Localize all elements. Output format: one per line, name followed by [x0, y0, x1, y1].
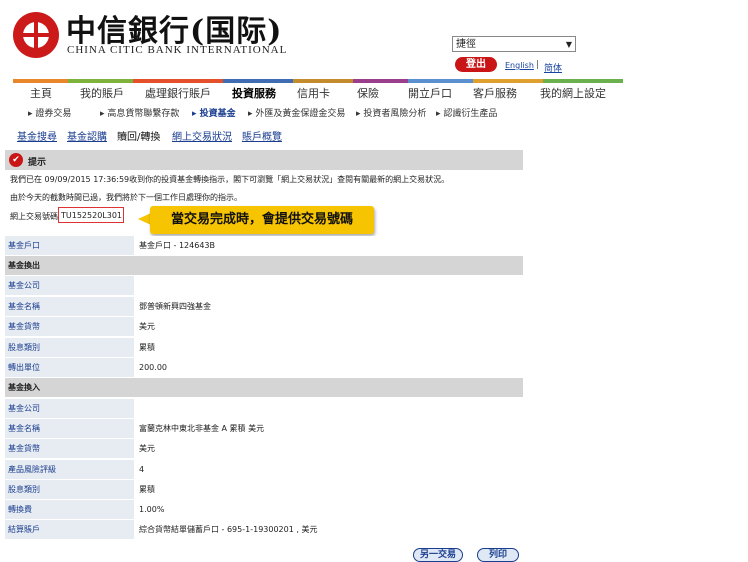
- table-row: 產品風險評級 4: [5, 460, 523, 479]
- subnav-securities[interactable]: ▸ 證券交易: [28, 106, 71, 119]
- nav-investment[interactable]: 投資服務: [232, 85, 276, 101]
- table-row: 結算賬戶 綜合貨幣結單儲蓄戶口 - 695-1-19300201 , 美元: [5, 520, 523, 539]
- subnav-deposits[interactable]: ▸ 高息貨幣聯繫存款: [100, 106, 179, 119]
- tab-fund-subscription[interactable]: 基金認購: [67, 128, 107, 143]
- tip-message-received: 我們已在 09/09/2015 17:36:59收到你的投資基金轉換指示，閣下可…: [10, 175, 450, 184]
- table-row: 基金公司: [5, 276, 523, 295]
- chevron-down-icon: ▼: [565, 40, 572, 49]
- callout-note: 當交易完成時，會提供交易號碼: [150, 206, 374, 234]
- nav-insurance[interactable]: 保險: [357, 85, 379, 101]
- table-row: 股息類別 累積: [5, 338, 523, 357]
- table-row: 股息類別 累積: [5, 480, 523, 499]
- shortcut-select[interactable]: 捷徑 ▼: [452, 36, 576, 52]
- tab-account-overview[interactable]: 賬戶概覽: [242, 128, 282, 143]
- table-row: 基金名稱 富蘭克林中東北非基金 A 累積 美元: [5, 419, 523, 438]
- bank-logo-icon: [13, 12, 59, 58]
- check-icon: ✔: [9, 153, 23, 167]
- logout-button[interactable]: 登出: [455, 57, 497, 72]
- table-row: 基金貨幣 美元: [5, 317, 523, 336]
- nav-home[interactable]: 主頁: [30, 85, 52, 101]
- tab-fund-search[interactable]: 基金搜尋: [17, 128, 57, 143]
- subnav-risk-profile[interactable]: ▸ 投資者風險分析: [356, 106, 426, 119]
- nav-color-bar: [13, 79, 623, 83]
- subnav-funds[interactable]: ▸ 投資基金: [192, 106, 236, 119]
- table-row: 基金戶口 基金戶口 - 124643B: [5, 236, 523, 255]
- table-row: 轉出單位 200.00: [5, 358, 523, 377]
- subnav-derivatives[interactable]: ▸ 認識衍生產品: [436, 106, 497, 119]
- bank-name-en: CHINA CITIC BANK INTERNATIONAL: [67, 44, 288, 56]
- simplified-chinese-link[interactable]: 简体: [544, 61, 562, 74]
- tab-transaction-status[interactable]: 網上交易狀況: [172, 128, 232, 143]
- section-switch-in: 基金換入: [5, 378, 523, 397]
- nav-my-accounts[interactable]: 我的賬戶: [80, 85, 124, 101]
- table-row: 基金名稱 鄧普頓新興四強基金: [5, 297, 523, 316]
- table-row: 基金貨幣 美元: [5, 439, 523, 458]
- table-row: 基金公司: [5, 399, 523, 418]
- nav-banking[interactable]: 處理銀行賬戶: [145, 85, 211, 101]
- tab-redeem-switch[interactable]: 贖回/轉換: [117, 128, 160, 143]
- tip-message-cutoff: 由於今天的截數時間已過，我們將於下一個工作日處理你的指示。: [10, 193, 242, 202]
- section-switch-out: 基金換出: [5, 256, 523, 275]
- tip-title: 提示: [28, 158, 47, 168]
- print-button[interactable]: 列印: [477, 548, 519, 562]
- english-link[interactable]: English: [505, 61, 534, 70]
- subnav-fx-gold[interactable]: ▸ 外匯及黃金保證金交易: [248, 106, 345, 119]
- nav-customer-service[interactable]: 客戶服務: [473, 85, 517, 101]
- nav-credit-card[interactable]: 信用卡: [297, 85, 330, 101]
- reference-label: 網上交易號碼: [10, 212, 58, 221]
- reference-number: TU152520L301: [58, 207, 124, 223]
- nav-settings[interactable]: 我的網上設定: [540, 85, 606, 101]
- tip-header: [5, 150, 523, 170]
- table-row: 轉換費 1.00%: [5, 500, 523, 519]
- nav-open-account[interactable]: 開立戶口: [408, 85, 452, 101]
- lang-separator: |: [536, 60, 540, 70]
- another-transaction-button[interactable]: 另一交易: [413, 548, 463, 562]
